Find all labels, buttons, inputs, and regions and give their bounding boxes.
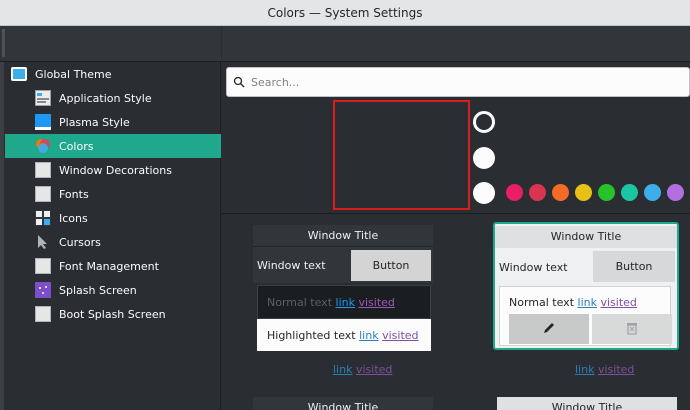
sidebar-item-plasma-style[interactable]: Plasma Style bbox=[5, 110, 221, 134]
search-icon bbox=[233, 76, 245, 88]
sidebar-item-boot-splash-screen[interactable]: Boot Splash Screen bbox=[5, 302, 221, 326]
accent-swatch[interactable] bbox=[575, 184, 592, 201]
footer-link: link bbox=[333, 363, 353, 376]
preview-highlighted-visited: visited bbox=[382, 329, 419, 342]
search-field[interactable] bbox=[226, 67, 690, 97]
sidebar-header bbox=[0, 26, 221, 62]
application-style-icon bbox=[35, 90, 51, 106]
accent-swatch[interactable] bbox=[552, 184, 569, 201]
sidebar-item-colors[interactable]: Colors bbox=[5, 134, 221, 158]
icons-icon bbox=[35, 210, 51, 226]
scheme-card-lower-dark[interactable]: Window Title bbox=[253, 397, 433, 410]
accent-swatch[interactable] bbox=[621, 184, 638, 201]
preview-window-title: Window Title bbox=[495, 226, 677, 248]
accent-from-scheme-radio[interactable] bbox=[473, 111, 495, 133]
scheme-card-dark[interactable]: Window Title Window text Button Normal t… bbox=[253, 225, 433, 385]
sidebar-item-label: Boot Splash Screen bbox=[59, 307, 166, 321]
window-title-bar: Colors — System Settings bbox=[0, 0, 690, 26]
footer-visited: visited bbox=[597, 363, 635, 376]
sidebar-item-label: Window Decorations bbox=[59, 163, 172, 177]
preview-normal-text: Normal text bbox=[509, 296, 575, 309]
sidebar-item-label: Plasma Style bbox=[59, 115, 130, 129]
sidebar-item-label: Icons bbox=[59, 211, 88, 225]
card-footer-links: link visited bbox=[333, 363, 392, 376]
footer-visited: visited bbox=[355, 363, 393, 376]
scheme-card-light[interactable]: Window Title Window text Button Normal t… bbox=[493, 222, 679, 350]
main-panel: Window Title Window text Button Normal t… bbox=[222, 26, 690, 410]
preview-visited: visited bbox=[600, 296, 637, 309]
preview-link: link bbox=[335, 296, 355, 309]
edit-scheme-button[interactable] bbox=[509, 314, 589, 344]
preview-highlighted-text: Highlighted text bbox=[267, 329, 356, 342]
accent-swatch[interactable] bbox=[529, 184, 546, 201]
font-management-icon bbox=[35, 258, 51, 274]
scheme-card-lower-light[interactable]: Window Title bbox=[497, 397, 677, 410]
main-header bbox=[222, 26, 690, 62]
back-button[interactable] bbox=[2, 29, 5, 57]
preview-normal-text: Normal text bbox=[267, 296, 333, 309]
sidebar-item-label: Fonts bbox=[59, 187, 89, 201]
sidebar-item-label: Splash Screen bbox=[59, 283, 137, 297]
sidebar-item-label: Font Management bbox=[59, 259, 159, 273]
sidebar-item-splash-screen[interactable]: Splash Screen bbox=[5, 278, 221, 302]
colors-icon bbox=[35, 138, 51, 154]
preview-button: Button bbox=[351, 250, 431, 281]
plasma-style-icon bbox=[35, 114, 51, 130]
sidebar-item-cursors[interactable]: Cursors bbox=[5, 230, 221, 254]
preview-window-text: Window text bbox=[257, 259, 326, 272]
remove-scheme-button[interactable] bbox=[592, 314, 672, 344]
sidebar-scroll-track bbox=[0, 62, 4, 410]
edit-icon bbox=[542, 321, 556, 338]
sidebar-item-label: Application Style bbox=[59, 91, 152, 105]
highlight-box bbox=[333, 100, 470, 210]
accent-swatch[interactable] bbox=[644, 184, 661, 201]
preview-visited: visited bbox=[358, 296, 395, 309]
accent-swatch[interactable] bbox=[506, 184, 523, 201]
footer-link: link bbox=[575, 363, 595, 376]
sidebar-item-font-management[interactable]: Font Management bbox=[5, 254, 221, 278]
window-decorations-icon bbox=[35, 162, 51, 178]
sidebar-item-label: Cursors bbox=[59, 235, 101, 249]
card-footer-links-light: link visited bbox=[575, 363, 634, 376]
accent-from-wallpaper-radio[interactable] bbox=[473, 147, 495, 169]
trash-icon bbox=[626, 321, 638, 338]
sidebar-item-icons[interactable]: Icons bbox=[5, 206, 221, 230]
window-title: Colors — System Settings bbox=[267, 6, 423, 20]
section-divider bbox=[222, 213, 690, 214]
sidebar-item-label: Global Theme bbox=[35, 67, 112, 81]
accent-swatch[interactable] bbox=[667, 184, 684, 201]
search-input[interactable] bbox=[251, 75, 671, 89]
preview-window-text: Window text bbox=[499, 261, 568, 274]
sidebar-item-label: Colors bbox=[59, 139, 94, 153]
sidebar-item-global-theme[interactable]: Global Theme bbox=[5, 64, 221, 84]
preview-button: Button bbox=[593, 251, 675, 282]
preview-normal-text-row: Normal text link visited bbox=[267, 296, 395, 309]
sidebar-item-fonts[interactable]: Fonts bbox=[5, 182, 221, 206]
preview-link: link bbox=[577, 296, 597, 309]
boot-splash-screen-icon bbox=[35, 306, 51, 322]
sidebar-item-window-decorations[interactable]: Window Decorations bbox=[5, 158, 221, 182]
splash-screen-icon bbox=[35, 282, 51, 298]
fonts-icon bbox=[35, 186, 51, 202]
accent-swatch[interactable] bbox=[598, 184, 615, 201]
sidebar-item-application-style[interactable]: Application Style bbox=[5, 86, 221, 110]
global-theme-icon bbox=[11, 67, 27, 81]
preview-highlighted-row: Highlighted text link visited bbox=[267, 329, 419, 342]
preview-window-title: Window Title bbox=[253, 225, 433, 247]
preview-normal-text-row: Normal text link visited bbox=[509, 296, 637, 309]
cursors-icon bbox=[35, 234, 51, 250]
custom-accent-radio[interactable] bbox=[473, 182, 495, 204]
preview-highlighted-link: link bbox=[359, 329, 379, 342]
sidebar: Global Theme Application Style Plasma St… bbox=[0, 26, 221, 410]
